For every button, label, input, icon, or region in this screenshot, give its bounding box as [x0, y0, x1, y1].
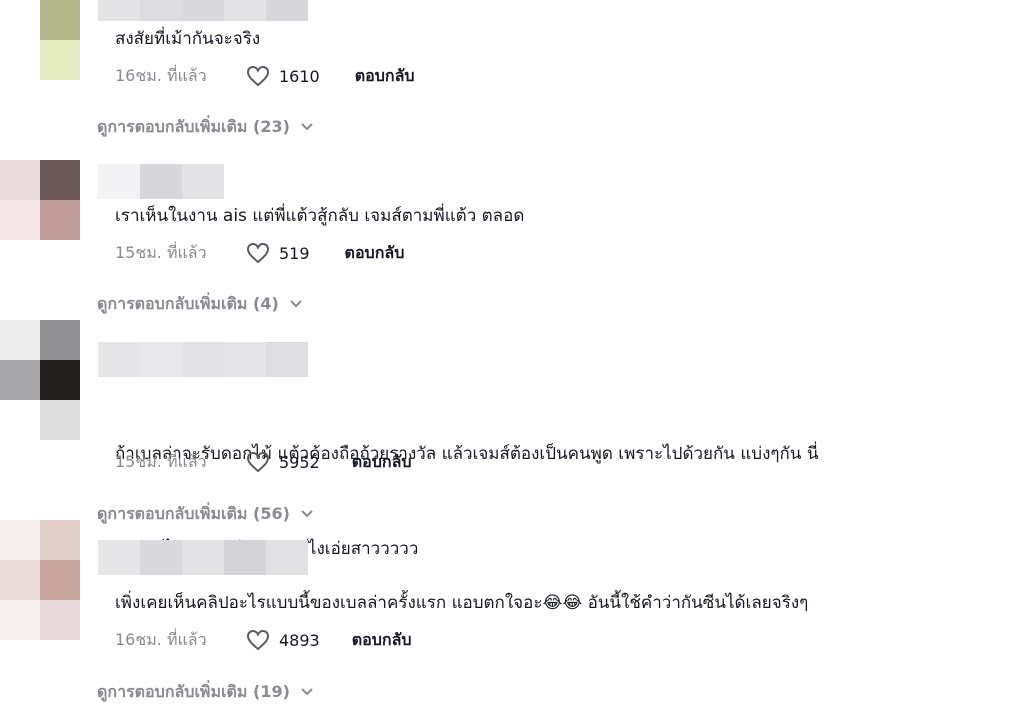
reply-button[interactable]: ตอบกลับ: [352, 450, 412, 475]
comment-text: เราเห็นในงาน ais แต่พี่แต้วสู้กลับ เจมส์…: [115, 206, 525, 226]
comment-time: 16ชม. ที่แล้ว: [115, 629, 207, 649]
view-more-replies-button[interactable]: ดูการตอบกลับเพิ่มเติม (19): [97, 677, 314, 707]
username-blurred[interactable]: [98, 342, 308, 377]
comment-text: สงสัยที่เม้ากันจะจริง: [115, 29, 261, 49]
view-more-replies-button[interactable]: ดูการตอบกลับเพิ่มเติม (56): [97, 499, 314, 529]
avatar[interactable]: [0, 320, 80, 440]
avatar[interactable]: [0, 520, 80, 640]
like-button[interactable]: 5952: [245, 450, 320, 474]
comment-meta: 15ชม. ที่แล้ว 519 ตอบกลับ: [115, 238, 404, 268]
comment-meta: 15ชม. ที่แล้ว 5952 ตอบกลับ: [115, 447, 412, 477]
username-blurred[interactable]: [98, 540, 308, 575]
view-more-replies-button[interactable]: ดูการตอบกลับเพิ่มเติม (23): [97, 112, 314, 142]
heart-outline-icon: [246, 629, 270, 651]
view-more-replies-label: ดูการตอบกลับเพิ่มเติม (4): [97, 293, 279, 313]
reply-button[interactable]: ตอบกลับ: [355, 64, 415, 89]
comment-meta: 16ชม. ที่แล้ว 4893 ตอบกลับ: [115, 625, 412, 655]
comment-time: 15ชม. ที่แล้ว: [115, 451, 207, 471]
reply-button[interactable]: ตอบกลับ: [345, 241, 405, 266]
avatar[interactable]: [0, 160, 80, 240]
chevron-down-icon: [301, 688, 313, 696]
like-count: 519: [279, 243, 310, 263]
username-blurred[interactable]: [98, 0, 308, 21]
view-more-replies-button[interactable]: ดูการตอบกลับเพิ่มเติม (4): [97, 289, 303, 319]
like-count: 1610: [279, 66, 320, 86]
reply-button[interactable]: ตอบกลับ: [352, 628, 412, 653]
comment-time: 15ชม. ที่แล้ว: [115, 242, 207, 262]
comment-time: 16ชม. ที่แล้ว: [115, 65, 207, 85]
comment-meta: 16ชม. ที่แล้ว 1610 ตอบกลับ: [115, 61, 415, 91]
username-blurred[interactable]: [98, 164, 224, 199]
avatar[interactable]: [0, 0, 80, 80]
comment-text: เพิ่งเคยเห็นคลิปอะไรแบบนี้ของเบลล่าครั้ง…: [115, 593, 809, 613]
like-count: 5952: [279, 452, 320, 472]
like-count: 4893: [279, 630, 320, 650]
view-more-replies-label: ดูการตอบกลับเพิ่มเติม (56): [97, 503, 290, 523]
heart-outline-icon: [246, 451, 270, 473]
view-more-replies-label: ดูการตอบกลับเพิ่มเติม (19): [97, 681, 290, 701]
like-button[interactable]: 4893: [245, 628, 320, 652]
heart-outline-icon: [246, 65, 270, 87]
chevron-down-icon: [301, 510, 313, 518]
heart-outline-icon: [246, 242, 270, 264]
chevron-down-icon: [301, 123, 313, 131]
chevron-down-icon: [290, 300, 302, 308]
view-more-replies-label: ดูการตอบกลับเพิ่มเติม (23): [97, 116, 290, 136]
like-button[interactable]: 519: [245, 241, 310, 265]
like-button[interactable]: 1610: [245, 64, 320, 88]
